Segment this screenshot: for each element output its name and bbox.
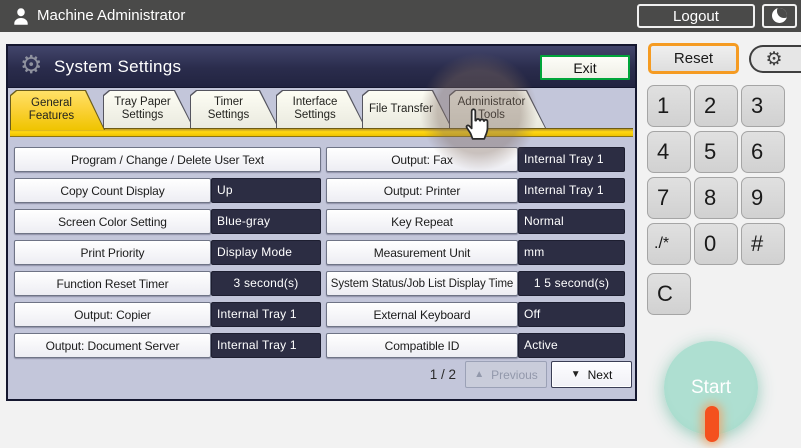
logged-in-user-label: Machine Administrator [37, 0, 185, 32]
top-status-bar: Machine Administrator Logout [0, 0, 801, 32]
keypad-8[interactable]: 8 [694, 177, 738, 219]
keypad-0[interactable]: 0 [694, 223, 738, 265]
up-triangle-icon: ▲ [474, 369, 484, 380]
page-indicator: 1 / 2 [408, 362, 456, 388]
keypad-5[interactable]: 5 [694, 131, 738, 173]
setting-key-repeat[interactable]: Key Repeat [326, 209, 518, 234]
keypad-7[interactable]: 7 [647, 177, 691, 219]
gear-icon: ⚙ [20, 50, 42, 80]
value-key-repeat: Normal [518, 209, 625, 234]
tab-administrator-tools[interactable]: Administrator Tools [449, 90, 546, 128]
setting-system-status-job-list-display-time[interactable]: System Status/Job List Display Time [326, 271, 518, 296]
setting-output-document-server[interactable]: Output: Document Server [14, 333, 211, 358]
value-measurement-unit: mm [518, 240, 625, 265]
setting-print-priority[interactable]: Print Priority [14, 240, 211, 265]
value-copy-count-display: Up [211, 178, 321, 203]
setting-output-printer[interactable]: Output: Printer [326, 178, 518, 203]
keypad-9[interactable]: 9 [741, 177, 785, 219]
gear-icon: ⚙ [765, 48, 782, 71]
logout-button[interactable]: Logout [637, 4, 755, 28]
value-screen-color-setting: Blue-gray [211, 209, 321, 234]
keypad-dot-star[interactable]: ./* [647, 223, 691, 265]
system-settings-panel: ⚙ System Settings Exit General Features … [6, 44, 637, 401]
moon-icon [772, 8, 787, 23]
value-output-fax: Internal Tray 1 [518, 147, 625, 172]
start-indicator-light [705, 406, 719, 442]
setting-program-change-delete-user-text[interactable]: Program / Change / Delete User Text [14, 147, 321, 172]
keypad-4[interactable]: 4 [647, 131, 691, 173]
panel-header: ⚙ System Settings Exit [8, 46, 635, 88]
value-output-document-server: Internal Tray 1 [211, 333, 321, 358]
value-system-status-job-list-display-time: 1 5 second(s) [518, 271, 625, 296]
exit-button[interactable]: Exit [540, 55, 630, 80]
keypad-hash[interactable]: # [741, 223, 785, 265]
clear-key[interactable]: C [647, 273, 691, 315]
setting-function-reset-timer[interactable]: Function Reset Timer [14, 271, 211, 296]
keypad-6[interactable]: 6 [741, 131, 785, 173]
setting-output-copier[interactable]: Output: Copier [14, 302, 211, 327]
setting-compatible-id[interactable]: Compatible ID [326, 333, 518, 358]
setting-external-keyboard[interactable]: External Keyboard [326, 302, 518, 327]
setting-screen-color-setting[interactable]: Screen Color Setting [14, 209, 211, 234]
tab-file-transfer[interactable]: File Transfer [362, 90, 452, 128]
value-external-keyboard: Off [518, 302, 625, 327]
value-output-printer: Internal Tray 1 [518, 178, 625, 203]
setting-output-fax[interactable]: Output: Fax [326, 147, 518, 172]
value-compatible-id: Active [518, 333, 625, 358]
next-page-button[interactable]: ▼ Next [551, 361, 632, 388]
keypad-3[interactable]: 3 [741, 85, 785, 127]
tab-tray-paper-settings[interactable]: Tray Paper Settings [103, 90, 194, 128]
value-function-reset-timer: 3 second(s) [211, 271, 321, 296]
tab-general-features[interactable]: General Features [10, 90, 105, 130]
keypad-2[interactable]: 2 [694, 85, 738, 127]
setting-copy-count-display[interactable]: Copy Count Display [14, 178, 211, 203]
keypad-1[interactable]: 1 [647, 85, 691, 127]
previous-page-button: ▲ Previous [465, 361, 547, 388]
start-button-label: Start [691, 377, 731, 399]
user-icon [10, 5, 32, 27]
tab-timer-settings[interactable]: Timer Settings [190, 90, 279, 128]
settings-shortcut-button[interactable]: ⚙ [749, 45, 801, 73]
energy-saver-button[interactable] [762, 4, 797, 28]
down-triangle-icon: ▼ [571, 369, 581, 380]
page-title: System Settings [54, 46, 181, 88]
tab-interface-settings[interactable]: Interface Settings [276, 90, 366, 128]
reset-button[interactable]: Reset [648, 43, 739, 74]
setting-measurement-unit[interactable]: Measurement Unit [326, 240, 518, 265]
value-output-copier: Internal Tray 1 [211, 302, 321, 327]
value-print-priority: Display Mode [211, 240, 321, 265]
